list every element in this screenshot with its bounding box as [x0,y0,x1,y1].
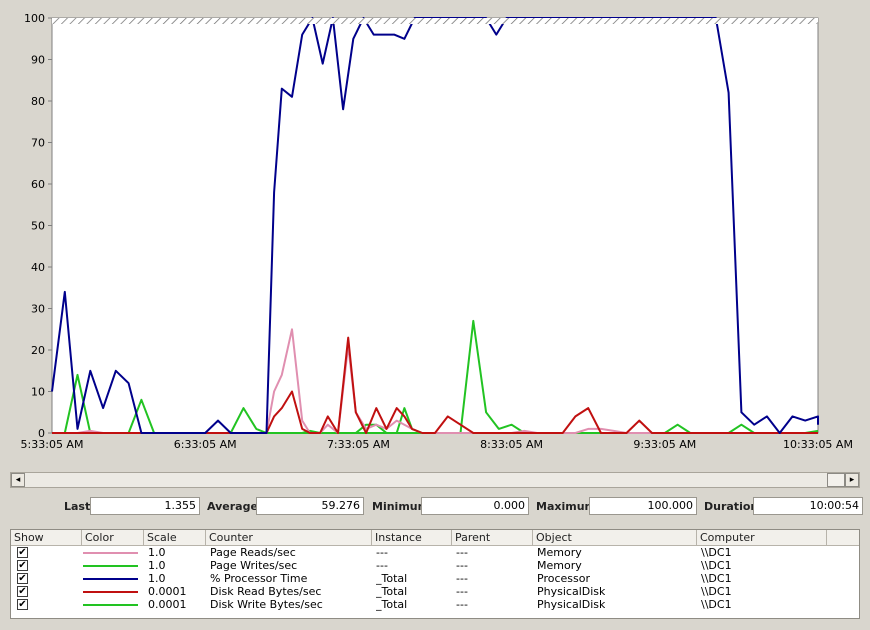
y-tick-label: 10 [31,386,45,399]
y-tick-label: 70 [31,137,45,150]
show-checkbox[interactable]: ✔ [17,573,28,584]
y-tick-label: 30 [31,303,45,316]
parent-cell: --- [456,546,468,559]
counter-cell: Page Writes/sec [210,559,298,572]
instance-cell: _Total [376,598,408,611]
x-tick-label: 9:33:05 AM [633,438,696,451]
scroll-thumb[interactable] [827,473,845,487]
column-header-counter[interactable]: Counter [206,530,372,545]
computer-cell: \\DC1 [701,572,732,585]
series-color-swatch [83,604,138,606]
column-header-object[interactable]: Object [533,530,697,545]
scale-cell: 0.0001 [148,585,187,598]
y-tick-label: 80 [31,95,45,108]
computer-cell: \\DC1 [701,546,732,559]
show-checkbox[interactable]: ✔ [17,547,28,558]
counter-cell: Disk Read Bytes/sec [210,585,322,598]
plot-area [51,17,819,434]
computer-cell: \\DC1 [701,559,732,572]
statistics-bar: Last 1.355 Average 59.276 Minimum 0.000 … [0,497,870,521]
last-label: Last [64,500,91,513]
series-color-swatch [83,565,138,567]
scroll-left-button[interactable]: ◂ [11,473,25,487]
maximum-label: Maximum [536,500,596,513]
last-value: 1.355 [90,497,200,515]
parent-cell: --- [456,585,468,598]
series-color-swatch [83,578,138,580]
x-tick-label: 7:33:05 AM [327,438,390,451]
object-cell: Memory [537,546,582,559]
series-color-swatch [83,552,138,554]
y-tick-label: 60 [31,178,45,191]
y-tick-label: 50 [31,220,45,233]
parent-cell: --- [456,598,468,611]
counter-row[interactable]: ✔ 1.0 % Processor Time _Total --- Proces… [11,572,859,585]
counter-list[interactable]: Show Color Scale Counter Instance Parent… [10,529,860,619]
y-tick-label: 40 [31,261,45,274]
computer-cell: \\DC1 [701,585,732,598]
column-header-color[interactable]: Color [82,530,144,545]
counter-cell: Page Reads/sec [210,546,296,559]
counter-cell: Disk Write Bytes/sec [210,598,323,611]
counter-row[interactable]: ✔ 0.0001 Disk Write Bytes/sec _Total ---… [11,598,859,611]
show-checkbox[interactable]: ✔ [17,560,28,571]
show-checkbox[interactable]: ✔ [17,586,28,597]
duration-value: 10:00:54 [753,497,863,515]
instance-cell: --- [376,546,388,559]
x-tick-label: 8:33:05 AM [480,438,543,451]
counter-row[interactable]: ✔ 1.0 Page Writes/sec --- --- Memory \\D… [11,559,859,572]
counter-row[interactable]: ✔ 0.0001 Disk Read Bytes/sec _Total --- … [11,585,859,598]
series-color-swatch [83,591,138,593]
minimum-value: 0.000 [421,497,529,515]
parent-cell: --- [456,572,468,585]
column-header-computer[interactable]: Computer [697,530,827,545]
column-header-show[interactable]: Show [11,530,82,545]
counter-list-header: Show Color Scale Counter Instance Parent… [11,530,859,546]
performance-graph: 0 10 20 30 40 50 60 70 80 90 100 5:33:05 AM 6:33:05… [0,0,870,468]
parent-cell: --- [456,559,468,572]
show-checkbox[interactable]: ✔ [17,599,28,610]
object-cell: PhysicalDisk [537,598,606,611]
average-value: 59.276 [256,497,364,515]
instance-cell: _Total [376,585,408,598]
column-header-instance[interactable]: Instance [372,530,452,545]
scale-cell: 0.0001 [148,598,187,611]
scale-cell: 1.0 [148,572,166,585]
top-hatch-band [52,18,818,24]
time-scrollbar[interactable]: ◂ ▸ [10,472,860,488]
y-tick-label: 90 [31,54,45,67]
performance-chart: 0102030405060708090100 5:33:05 AM 6:33:05… [21,12,853,451]
counter-row[interactable]: ✔ 1.0 Page Reads/sec --- --- Memory \\DC… [11,546,859,559]
object-cell: Processor [537,572,590,585]
duration-label: Duration [704,500,759,513]
x-tick-label: 6:33:05 AM [174,438,237,451]
scale-cell: 1.0 [148,559,166,572]
computer-cell: \\DC1 [701,598,732,611]
maximum-value: 100.000 [589,497,697,515]
object-cell: Memory [537,559,582,572]
scroll-right-button[interactable]: ▸ [845,473,859,487]
x-tick-label: 5:33:05 AM [21,438,84,451]
column-header-parent[interactable]: Parent [452,530,533,545]
instance-cell: _Total [376,572,408,585]
y-tick-label: 20 [31,344,45,357]
column-header-scale[interactable]: Scale [144,530,206,545]
y-tick-label: 100 [24,12,45,25]
average-label: Average [207,500,258,513]
instance-cell: --- [376,559,388,572]
object-cell: PhysicalDisk [537,585,606,598]
scale-cell: 1.0 [148,546,166,559]
counter-cell: % Processor Time [210,572,308,585]
x-tick-label: 10:33:05 AM [783,438,853,451]
